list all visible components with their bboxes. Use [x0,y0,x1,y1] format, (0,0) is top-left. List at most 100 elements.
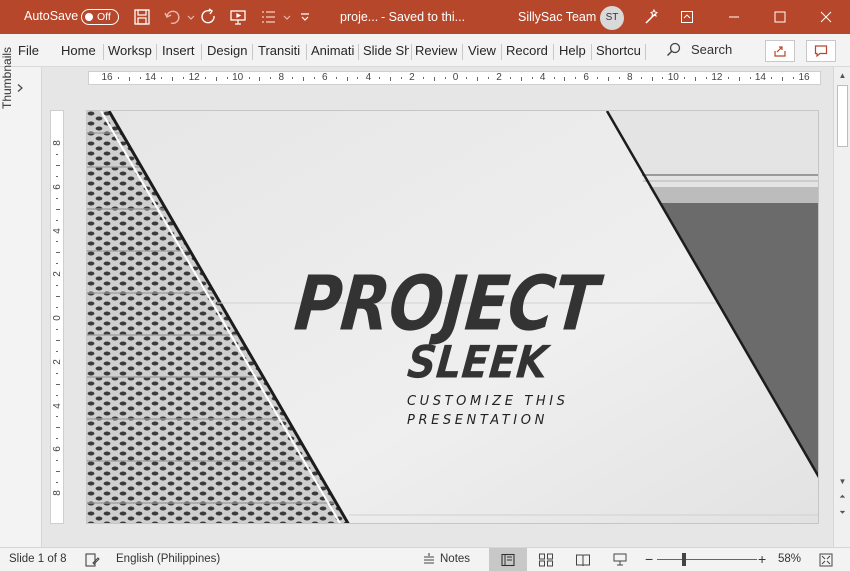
notes-icon[interactable] [421,552,437,568]
vertical-scrollbar[interactable]: ▲ ▼ ⏶ ⏷ [833,67,850,547]
ruler-tick [684,77,686,79]
slide-sorter-icon[interactable] [538,552,554,568]
ruler-tick [56,471,60,473]
scroll-down-arrow-icon[interactable]: ▼ [837,476,848,487]
scrollbar-thumb[interactable] [837,85,848,147]
ruler-tick [205,77,207,79]
slide-canvas[interactable]: PROJECT SLEEK CUSTOMIZE THIS PRESENTATIO… [86,110,819,524]
zoom-slider-thumb[interactable] [682,553,686,566]
fit-to-window-icon[interactable] [818,552,834,568]
customize-toolbar-icon[interactable] [296,8,309,26]
ruler-label: 16 [798,72,810,83]
ruler-tick [270,77,272,79]
thumbnails-pane: Thumbnails [0,47,42,547]
tab-record[interactable]: Record [506,43,550,58]
ruler-tick [56,427,60,429]
next-slide-icon[interactable]: ⏷ [837,507,848,518]
tab-help[interactable]: Help [559,43,589,58]
avatar[interactable]: ST [600,6,624,30]
maximize-button[interactable] [757,0,803,34]
horizontal-ruler[interactable]: 16 14 12 10 8 6 4 2 0 2 4 6 8 10 12 14 16 [88,71,821,85]
ruler-tick [335,77,337,79]
present-icon[interactable] [229,8,247,26]
reading-view-icon[interactable] [575,552,591,568]
ruler-label: 8 [626,72,633,83]
tab-file[interactable]: File [18,43,40,58]
ruler-tick [56,263,58,265]
tab-shortcuts[interactable]: Shortcu [596,43,642,58]
ruler-tick [161,77,163,79]
redo-icon[interactable] [200,8,218,26]
ruler-tick [433,77,435,81]
share-button[interactable] [765,40,795,62]
tab-separator [103,44,104,60]
ruler-tick [56,153,58,155]
ribbon-display-button[interactable] [664,0,710,34]
autosave-toggle[interactable]: Off [81,9,119,25]
ruler-tick [782,77,784,81]
tab-design[interactable]: Design [207,43,249,58]
tab-separator [252,44,253,60]
user-name[interactable]: SillySac Team [518,10,596,24]
tab-view[interactable]: View [468,43,498,58]
language-indicator[interactable]: English (Philippines) [116,553,220,565]
minimize-button[interactable] [711,0,757,34]
slideshow-view-icon[interactable] [612,552,628,568]
slide-subtitle[interactable]: SLEEK [405,337,550,389]
ruler-label: 6 [52,446,63,453]
slide-title[interactable]: PROJECT [291,261,601,348]
designer-wand-icon[interactable] [643,8,661,26]
accessibility-icon[interactable] [84,552,100,568]
tab-insert[interactable]: Insert [162,43,198,58]
zoom-slider[interactable] [657,559,757,560]
ruler-tick [56,285,58,287]
ruler-tick [640,77,642,79]
search-box[interactable]: Search [666,42,732,57]
tab-review[interactable]: Review [415,43,457,58]
document-filename[interactable]: proje... [340,10,378,24]
ruler-tick [662,77,664,79]
ruler-tick [56,482,58,484]
bullets-icon[interactable] [259,8,277,26]
scroll-up-arrow-icon[interactable]: ▲ [837,70,848,81]
ruler-tick [357,77,359,79]
ruler-tick [56,208,60,210]
ruler-tick [488,77,490,79]
tab-separator [462,44,463,60]
ruler-label: 6 [322,72,328,83]
ruler-label: 2 [409,72,415,83]
ruler-tick [477,77,479,81]
tab-separator [156,44,157,60]
undo-dropdown-icon[interactable] [182,8,195,26]
bullets-dropdown-icon[interactable] [278,8,291,26]
notes-button[interactable]: Notes [440,553,470,565]
ruler-label: 0 [452,72,459,83]
close-button[interactable] [803,0,849,34]
zoom-out-icon[interactable]: − [645,551,653,567]
normal-view-button[interactable] [489,548,527,571]
zoom-in-icon[interactable]: + [758,551,766,567]
undo-icon[interactable] [163,8,181,26]
autosave-label: AutoSave [24,9,79,23]
ruler-tick [422,77,424,79]
slide-tagline[interactable]: CUSTOMIZE THIS PRESENTATION [407,392,607,430]
ruler-tick [346,77,348,81]
status-bar: Slide 1 of 8 English (Philippines) Notes… [0,547,850,571]
tab-animations[interactable]: Animati [311,43,356,58]
save-icon[interactable] [133,8,151,26]
ruler-tick [651,77,653,81]
comments-button[interactable] [806,40,836,62]
tab-home[interactable]: Home [61,43,99,58]
vertical-ruler[interactable]: 8 6 4 2 0 2 4 6 8 [50,110,64,524]
tab-slide-show[interactable]: Slide Sh [363,43,409,58]
zoom-level[interactable]: 58% [778,553,801,565]
tab-transitions[interactable]: Transiti [258,43,304,58]
thumbnails-toggle[interactable]: Thumbnails [0,47,14,109]
tab-workspace[interactable]: Worksp [108,43,154,58]
previous-slide-icon[interactable]: ⏶ [837,491,848,502]
ruler-tick [618,77,620,79]
ruler-tick [56,252,60,254]
chevron-right-icon[interactable] [15,83,25,93]
ruler-tick [215,77,217,81]
save-status[interactable]: - Saved to thi... [381,10,465,24]
